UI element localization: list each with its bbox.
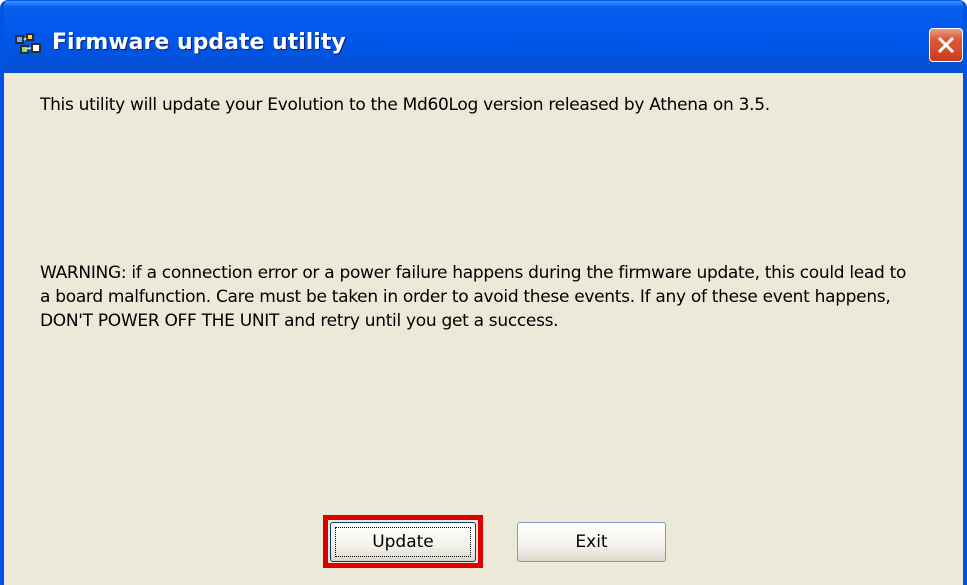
update-button[interactable]: Update: [330, 522, 476, 562]
intro-text: This utility will update your Evolution …: [40, 95, 770, 115]
close-button[interactable]: [929, 28, 963, 62]
exit-button-label: Exit: [575, 532, 608, 552]
exit-button[interactable]: Exit: [517, 522, 666, 562]
update-button-label: Update: [372, 532, 434, 552]
firmware-update-dialog: Firmware update utility This utility wil…: [0, 0, 967, 585]
title-bar[interactable]: Firmware update utility: [4, 1, 963, 73]
window-title: Firmware update utility: [52, 30, 346, 55]
warning-text: WARNING: if a connection error or a powe…: [40, 263, 907, 331]
close-icon: [937, 36, 955, 54]
app-icon: [14, 31, 42, 59]
